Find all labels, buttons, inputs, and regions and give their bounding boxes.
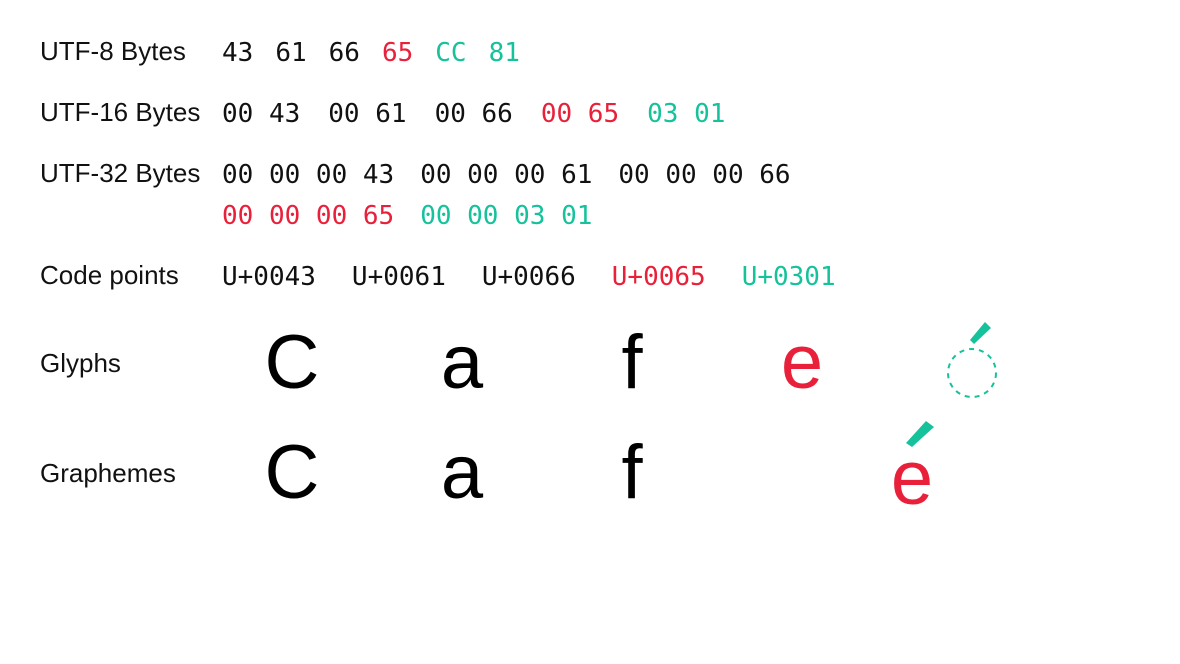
utf16-unit: 00 66 — [435, 97, 513, 132]
grapheme-f: f — [602, 435, 662, 511]
glyph-C: C — [262, 325, 322, 401]
row-glyphs: Glyphs C a f e — [40, 323, 1140, 403]
label-graphemes: Graphemes — [40, 458, 222, 489]
utf8-byte: CC — [435, 36, 466, 71]
utf8-byte: 43 — [222, 36, 253, 71]
grapheme-e-acute: e — [882, 433, 942, 513]
utf8-byte: 65 — [382, 36, 413, 71]
utf8-byte: 66 — [329, 36, 360, 71]
row-utf8: UTF-8 Bytes 43 61 66 65 CC 81 — [40, 36, 1140, 71]
utf32-unit: 00 00 03 01 — [420, 199, 592, 234]
glyph-combining-acute — [942, 323, 1002, 403]
grapheme-e-letter: e — [891, 442, 933, 518]
glyph-cells: C a f e — [222, 323, 1002, 403]
codepoint: U+0061 — [352, 260, 446, 295]
utf16-unit: 00 61 — [328, 97, 406, 132]
utf16-unit: 00 65 — [541, 97, 619, 132]
glyph-f: f — [602, 325, 662, 401]
utf16-values: 00 43 00 61 00 66 00 65 03 01 — [222, 97, 725, 132]
row-utf32: UTF-32 Bytes 00 00 00 43 00 00 00 61 00 … — [40, 158, 1140, 234]
grapheme-cells: C a f e — [222, 433, 942, 513]
utf32-unit: 00 00 00 65 — [222, 199, 394, 234]
label-utf16: UTF-16 Bytes — [40, 97, 222, 128]
grapheme-a: a — [432, 435, 492, 511]
utf32-block: 00 00 00 43 00 00 00 61 00 00 00 66 00 0… — [222, 158, 791, 234]
row-graphemes: Graphemes C a f e — [40, 433, 1140, 513]
label-utf8: UTF-8 Bytes — [40, 36, 222, 67]
label-codepoints: Code points — [40, 260, 222, 291]
utf8-values: 43 61 66 65 CC 81 — [222, 36, 520, 71]
row-codepoints: Code points U+0043 U+0061 U+0066 U+0065 … — [40, 260, 1140, 295]
row-utf16: UTF-16 Bytes 00 43 00 61 00 66 00 65 03 … — [40, 97, 1140, 132]
combining-acute-icon — [937, 318, 1007, 408]
utf32-unit: 00 00 00 43 — [222, 158, 394, 193]
codepoint: U+0301 — [742, 260, 836, 295]
label-utf32: UTF-32 Bytes — [40, 158, 222, 189]
glyph-e: e — [772, 325, 832, 401]
codepoint: U+0043 — [222, 260, 316, 295]
codepoints-values: U+0043 U+0061 U+0066 U+0065 U+0301 — [222, 260, 836, 295]
grapheme-C: C — [262, 435, 322, 511]
utf16-unit: 00 43 — [222, 97, 300, 132]
utf32-unit: 00 00 00 61 — [420, 158, 592, 193]
utf8-byte: 81 — [489, 36, 520, 71]
utf32-line2: 00 00 00 65 00 00 03 01 — [222, 199, 791, 234]
utf32-line1: 00 00 00 43 00 00 00 61 00 00 00 66 — [222, 158, 791, 193]
utf32-unit: 00 00 00 66 — [618, 158, 790, 193]
codepoint: U+0065 — [612, 260, 706, 295]
utf16-unit: 03 01 — [647, 97, 725, 132]
utf8-byte: 61 — [275, 36, 306, 71]
glyph-a: a — [432, 325, 492, 401]
label-glyphs: Glyphs — [40, 348, 222, 379]
codepoint: U+0066 — [482, 260, 576, 295]
acute-accent-icon — [900, 419, 940, 449]
unicode-diagram: UTF-8 Bytes 43 61 66 65 CC 81 UTF-16 Byt… — [0, 0, 1180, 664]
